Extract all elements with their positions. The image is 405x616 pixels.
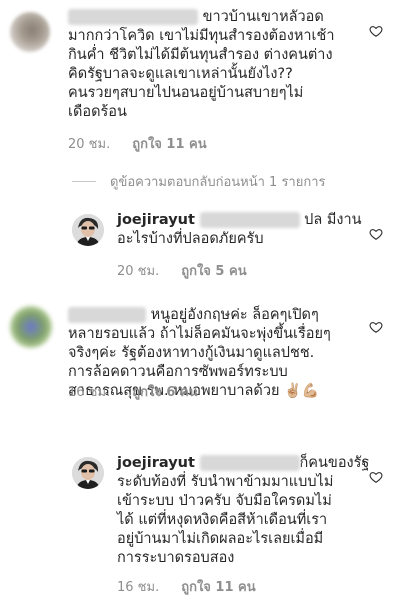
username[interactable]: joejirayut bbox=[117, 455, 195, 471]
heart-icon[interactable] bbox=[369, 227, 383, 241]
redacted-mention[interactable] bbox=[199, 455, 300, 471]
avatar[interactable] bbox=[10, 12, 50, 52]
timestamp: 16 ชม. bbox=[68, 385, 111, 400]
avatar[interactable] bbox=[10, 306, 52, 348]
heart-icon[interactable] bbox=[369, 24, 383, 38]
comment-meta: 16 ชม. ถูกใจ 11 คน bbox=[117, 576, 256, 597]
heart-icon[interactable] bbox=[369, 470, 383, 484]
comment-meta: 16 ชม. ถูกใจ 6 คน bbox=[68, 381, 198, 402]
divider bbox=[72, 181, 96, 182]
likes-link[interactable]: ถูกใจ 11 คน bbox=[132, 137, 206, 152]
view-previous-replies[interactable]: ดูข้อความตอบกลับก่อนหน้า 1 รายการ bbox=[72, 171, 326, 192]
timestamp: 16 ชม. bbox=[117, 580, 160, 595]
redacted-username[interactable] bbox=[68, 307, 146, 323]
likes-link[interactable]: ถูกใจ 11 คน bbox=[181, 580, 255, 595]
comment-body: joejirayut ก็คนของรัฐ ระดับท้องที่ รับนำ… bbox=[117, 455, 370, 566]
avatar[interactable] bbox=[72, 457, 104, 489]
redacted-username[interactable] bbox=[68, 9, 198, 25]
avatar[interactable] bbox=[72, 214, 104, 246]
emoji: ✌🏼💪🏼 bbox=[284, 383, 319, 399]
likes-link[interactable]: ถูกใจ 5 คน bbox=[181, 264, 246, 279]
heart-icon[interactable] bbox=[369, 320, 383, 334]
redacted-mention[interactable] bbox=[199, 212, 300, 228]
reply-2: joejirayut ก็คนของรัฐ ระดับท้องที่ รับนำ… bbox=[0, 445, 405, 610]
comment-1: ขาวบ้านเขาหลัวอด มากกว่าโควิด เขาไม่มีทุ… bbox=[0, 0, 405, 160]
comment-body: joejirayut ปล มีงาน อะไรบ้างที่ปลอดภัยคร… bbox=[117, 212, 362, 247]
comment-meta: 20 ชม. ถูกใจ 5 คน bbox=[117, 260, 247, 281]
comment-meta: 20 ชม. ถูกใจ 11 คน bbox=[68, 133, 207, 154]
likes-link[interactable]: ถูกใจ 6 คน bbox=[132, 385, 197, 400]
timestamp: 20 ชม. bbox=[117, 264, 160, 279]
username[interactable]: joejirayut bbox=[117, 212, 195, 228]
timestamp: 20 ชม. bbox=[68, 137, 111, 152]
reply-1: joejirayut ปล มีงาน อะไรบ้างที่ปลอดภัยคร… bbox=[0, 200, 405, 290]
comment-2: หนูอยู่อังกฤษค่ะ ล็อคๆเปิดๆ หลายรอบแล้ว … bbox=[0, 295, 405, 435]
comment-body: ขาวบ้านเขาหลัวอด มากกว่าโควิด เขาไม่มีทุ… bbox=[68, 9, 335, 120]
